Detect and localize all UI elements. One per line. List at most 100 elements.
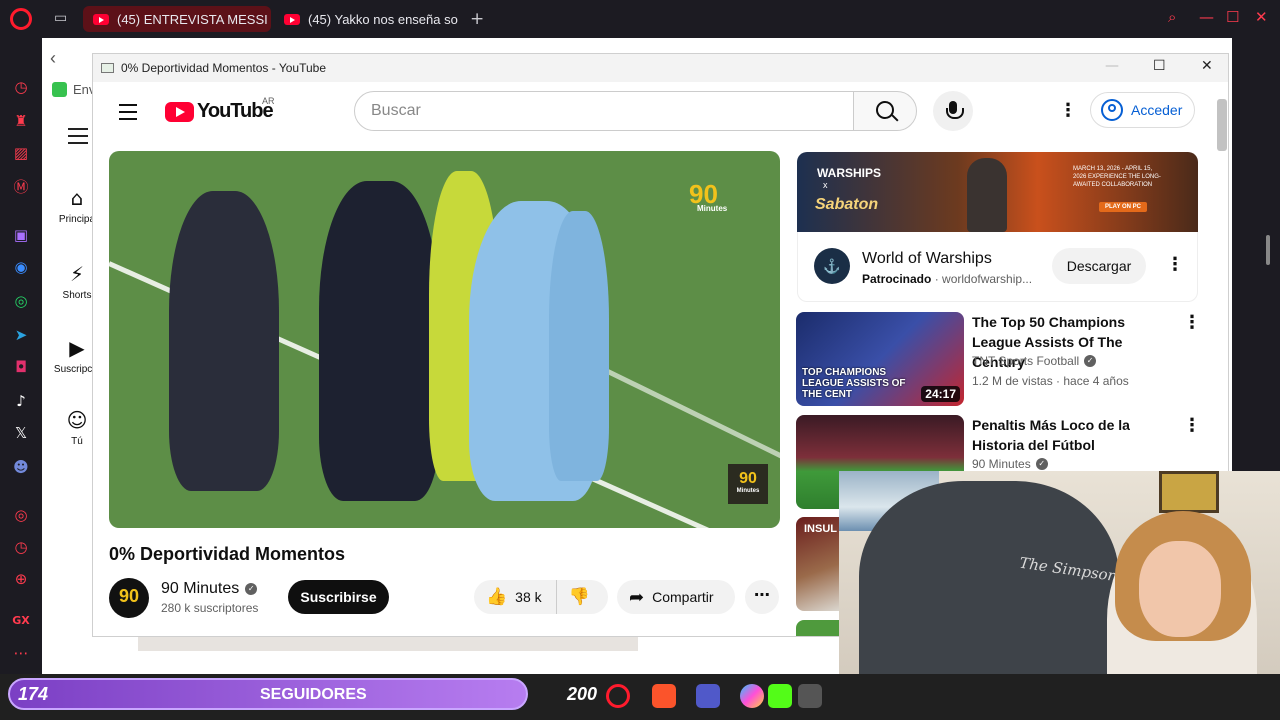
verified-icon: ✓ xyxy=(1084,355,1097,367)
subscribe-button[interactable]: Suscribirse xyxy=(288,580,389,614)
player-icon[interactable]: ◎ xyxy=(10,504,32,526)
channel-avatar[interactable]: 90 xyxy=(109,578,149,618)
maximize-icon[interactable]: ☐ xyxy=(1226,8,1239,26)
time-icon[interactable]: ◷ xyxy=(10,536,32,558)
download-button[interactable]: Descargar xyxy=(1052,248,1146,284)
tab-entrevista-messi[interactable]: (45) ENTREVISTA MESSI - xyxy=(83,6,271,32)
more-icon[interactable]: ⋯ xyxy=(10,642,32,664)
like-button[interactable]: 👍 38 k xyxy=(474,580,557,614)
player-figure xyxy=(169,191,279,491)
back-icon[interactable]: ‹ xyxy=(50,48,56,69)
recommended-meta: 1.2 M de vistas · hace 4 años xyxy=(972,374,1129,388)
ad-avatar[interactable]: ⚓ xyxy=(814,248,850,284)
guide-menu-icon[interactable] xyxy=(119,104,137,125)
search-input[interactable] xyxy=(354,91,854,131)
whatsapp-icon[interactable]: ◎ xyxy=(10,290,32,312)
background-scrollbar[interactable] xyxy=(1266,235,1270,265)
wall-painting xyxy=(1159,471,1219,513)
popup-maximize-icon[interactable]: ☐ xyxy=(1153,58,1166,74)
close-icon[interactable]: ✕ xyxy=(1255,8,1268,26)
subscriber-count: 280 k suscriptores xyxy=(161,601,259,615)
opera-taskbar-icon[interactable] xyxy=(606,684,630,708)
window-title-bar: 0% Deportividad Momentos - YouTube — ☐ ✕ xyxy=(93,54,1228,82)
instagram-icon[interactable]: ◘ xyxy=(10,356,32,378)
follower-goal-bar: 174 SEGUIDORES xyxy=(8,678,528,710)
recommended-video[interactable]: TOP CHAMPIONS LEAGUE ASSISTS OF THE CENT… xyxy=(796,312,1201,408)
download-icon[interactable]: ⊕ xyxy=(10,568,32,590)
gx-icon[interactable]: GX xyxy=(10,610,32,632)
minimize-icon[interactable]: — xyxy=(1199,8,1214,26)
workspace-icon[interactable]: ▨ xyxy=(10,142,32,164)
dislike-button[interactable]: 👎 xyxy=(557,587,590,607)
share-button[interactable]: ➦ Compartir xyxy=(617,580,735,614)
video-title: 0% Deportividad Momentos xyxy=(109,544,346,564)
channel-watermark: 90 Minutes xyxy=(689,179,728,213)
gx-mod-icon[interactable]: Ⓜ xyxy=(10,176,32,198)
background-content-strip xyxy=(138,637,638,651)
copilot-taskbar-icon[interactable] xyxy=(740,684,764,708)
app-taskbar-icon[interactable] xyxy=(798,684,822,708)
youtube-logo[interactable]: YouTube xyxy=(165,100,274,123)
verified-icon: ✓ xyxy=(1035,458,1048,470)
tab-yakko[interactable]: (45) Yakko nos enseña so xyxy=(274,6,464,32)
video-thumbnail[interactable]: TOP CHAMPIONS LEAGUE ASSISTS OF THE CENT… xyxy=(796,312,964,406)
bookmark-envio[interactable]: Env xyxy=(52,82,95,97)
settings-menu-icon[interactable]: ⋮ xyxy=(1059,102,1077,120)
discord-icon[interactable]: ☻ xyxy=(10,456,32,478)
new-tab-button[interactable]: + xyxy=(470,9,484,29)
search-tabs-icon[interactable]: ⌕ xyxy=(1168,8,1176,26)
browser-sidebar: ◷ ♜ ▨ Ⓜ ▣ ◉ ◎ ➤ ◘ ♪ 𝕏 ☻ ◎ ◷ ⊕ GX ⋯ xyxy=(0,38,42,674)
recommended-channel: TNT Sports Football ✓ xyxy=(972,354,1097,368)
history-icon[interactable]: ◷ xyxy=(10,76,32,98)
popup-scrollbar[interactable] xyxy=(1217,99,1227,151)
video-player[interactable]: 90 Minutes 90 Minutes xyxy=(109,151,780,528)
tab-tray-icon[interactable]: ▭ xyxy=(54,10,67,26)
x-icon[interactable]: 𝕏 xyxy=(10,422,32,444)
ad-meta: Patrocinado · worldofwarship... xyxy=(862,272,1033,286)
player-figure xyxy=(549,211,609,481)
telegram-icon[interactable]: ➤ xyxy=(10,324,32,346)
follower-goal: 200 xyxy=(567,684,598,704)
video-menu-icon[interactable]: ⋮ xyxy=(1183,417,1201,435)
brave-taskbar-icon[interactable] xyxy=(652,684,676,708)
ad-banner[interactable]: WARSHIPS x Sabaton MARCH 13, 2026 - APRI… xyxy=(797,152,1198,232)
tab-label: (45) Yakko nos enseña so xyxy=(308,11,458,27)
tiktok-icon[interactable]: ♪ xyxy=(10,390,32,412)
ad-card: ⚓ World of Warships Patrocinado · worldo… xyxy=(797,232,1198,302)
ad-menu-icon[interactable]: ⋮ xyxy=(1166,256,1184,274)
youtube-logo-icon xyxy=(165,101,194,122)
ad-play-button[interactable]: PLAY ON PC xyxy=(1099,202,1148,212)
kick-taskbar-icon[interactable] xyxy=(768,684,792,708)
voice-search-button[interactable] xyxy=(933,91,973,131)
opera-logo-icon[interactable] xyxy=(10,8,32,30)
popup-close-icon[interactable]: ✕ xyxy=(1201,58,1213,74)
sign-in-button[interactable]: Acceder xyxy=(1090,92,1196,128)
tab-label: (45) ENTREVISTA MESSI - xyxy=(117,11,271,27)
account-icon xyxy=(1101,99,1123,121)
background-menu-icon[interactable] xyxy=(68,128,88,149)
channel-name[interactable]: 90 Minutes ✓ xyxy=(161,580,258,598)
share-icon: ➦ xyxy=(629,586,645,608)
youtube-favicon-icon xyxy=(93,13,109,25)
teams-taskbar-icon[interactable] xyxy=(696,684,720,708)
youtube-favicon-icon xyxy=(284,13,300,25)
more-actions-button[interactable]: ⋯ xyxy=(745,580,779,614)
video-menu-icon[interactable]: ⋮ xyxy=(1183,314,1201,332)
video-duration: 24:17 xyxy=(921,386,960,402)
messenger-icon[interactable]: ◉ xyxy=(10,256,32,278)
thumbs-up-icon: 👍 xyxy=(486,587,508,607)
recommended-title[interactable]: Penaltis Más Loco de la Historia del Fút… xyxy=(972,415,1172,455)
search-button[interactable] xyxy=(853,91,917,131)
verified-icon: ✓ xyxy=(245,583,258,595)
recommended-channel: 90 Minutes ✓ xyxy=(972,457,1048,471)
region-code: AR xyxy=(262,96,275,106)
face xyxy=(1139,541,1221,637)
follower-count: 174 xyxy=(18,684,49,704)
ad-advertiser-name[interactable]: World of Warships xyxy=(862,250,992,268)
follower-label: SEGUIDORES xyxy=(260,686,367,703)
like-count: 38 k xyxy=(515,589,542,605)
taskbar: 174 SEGUIDORES 200 xyxy=(0,674,1280,720)
aria-icon[interactable]: ♜ xyxy=(10,110,32,132)
popup-minimize-icon[interactable]: — xyxy=(1105,58,1119,74)
twitch-icon[interactable]: ▣ xyxy=(10,224,32,246)
